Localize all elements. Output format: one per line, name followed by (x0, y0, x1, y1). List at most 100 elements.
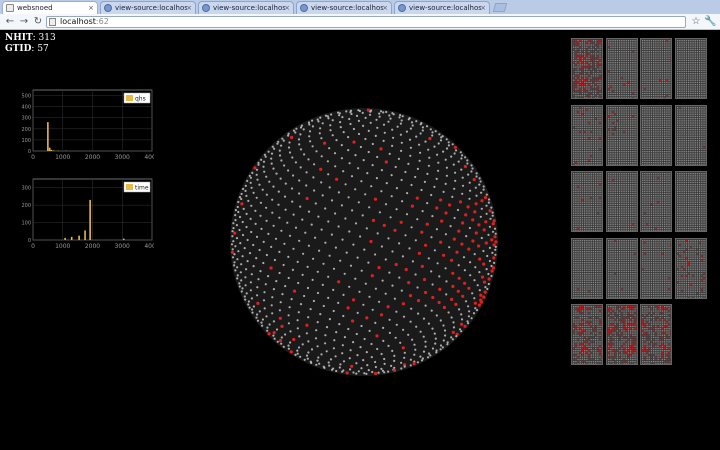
pmt-dot (400, 361, 403, 364)
crate-panel[interactable] (571, 304, 603, 365)
crate-panel[interactable] (674, 104, 707, 166)
pmt-dot (315, 150, 318, 153)
pmt-dot (356, 311, 359, 314)
pmt-dot (337, 225, 340, 228)
crate-panel[interactable] (571, 237, 603, 299)
pmt-dot (250, 186, 253, 189)
pmt-dot (352, 371, 355, 374)
tab-websnoed[interactable]: websnoed × (2, 1, 98, 14)
x-tick-label: 1000 (55, 243, 70, 250)
pmt-dot (255, 235, 259, 238)
close-icon[interactable]: × (480, 3, 486, 13)
pmt-dot (437, 300, 441, 305)
pmt-dot (471, 218, 475, 222)
reload-icon[interactable]: ↻ (32, 16, 44, 28)
crate-panel[interactable] (605, 38, 638, 99)
tab-view-source-2[interactable]: view-source:localhost: × (198, 1, 294, 14)
star-icon[interactable]: ☆ (690, 16, 702, 28)
crate-panel[interactable] (605, 171, 638, 232)
crate-panel[interactable] (674, 237, 707, 299)
pmt-dot (471, 167, 474, 170)
close-icon[interactable]: × (88, 3, 94, 13)
crate-panel[interactable] (605, 237, 638, 299)
pmt-dot (345, 251, 348, 254)
crate-panel[interactable] (571, 38, 603, 99)
pmt-dot (395, 187, 398, 190)
pmt-dot (462, 256, 466, 259)
pmt-dot (382, 123, 386, 126)
pmt-dot (482, 262, 486, 266)
pmt-dot (364, 137, 367, 141)
pmt-dot (494, 248, 497, 251)
pmt-dot (373, 197, 378, 201)
crate-channel-grid (607, 173, 637, 231)
crate-panel[interactable] (605, 104, 638, 166)
pmt-dot (245, 212, 248, 215)
crate-panel[interactable] (640, 304, 672, 365)
crate-panel[interactable] (674, 38, 707, 99)
pmt-dot (357, 370, 360, 373)
pmt-dot (482, 295, 486, 299)
forward-icon[interactable]: → (18, 16, 30, 28)
crate-panel[interactable] (674, 171, 707, 232)
pmt-dot (415, 120, 418, 123)
pmt-dot (479, 293, 483, 297)
crate-panel[interactable] (605, 304, 638, 365)
tab-view-source-4[interactable]: view-source:localhost: × (394, 1, 490, 14)
pmt-dot (391, 250, 394, 253)
pmt-dot (404, 267, 408, 272)
close-icon[interactable]: × (186, 3, 192, 13)
wrench-icon[interactable]: 🔧 (704, 16, 716, 28)
pmt-dot (342, 314, 345, 318)
pmt-dot (411, 124, 414, 127)
pmt-dot (349, 264, 353, 267)
pmt-dot (445, 293, 448, 296)
close-icon[interactable]: × (284, 3, 290, 13)
tab-view-source-1[interactable]: view-source:localhost: × (100, 1, 196, 14)
pmt-dot (341, 116, 344, 119)
pmt-dot (463, 164, 467, 169)
pmt-dot (428, 136, 432, 141)
pmt-dot (493, 227, 497, 230)
pmt-dot (413, 353, 416, 356)
pmt-dot (416, 167, 419, 170)
crate-panel[interactable] (571, 171, 603, 232)
pmt-dot (398, 116, 401, 119)
pmt-dot (340, 157, 343, 160)
pmt-dot (469, 274, 472, 277)
crate-panel[interactable] (640, 38, 672, 99)
pmt-dot (486, 254, 489, 258)
pmt-dot (247, 303, 250, 306)
pmt-dot (475, 309, 479, 312)
pmt-dot (311, 125, 314, 128)
close-icon[interactable]: × (382, 3, 388, 13)
pmt-dot (278, 149, 281, 152)
pmt-dot (330, 199, 334, 202)
gtid-value: 57 (37, 44, 49, 54)
crate-panel[interactable] (640, 104, 672, 166)
back-icon[interactable]: ← (4, 16, 16, 28)
crate-panel[interactable] (640, 171, 672, 232)
pmt-dot (371, 370, 374, 374)
pmt-dot (400, 289, 403, 292)
pmt-dot (263, 153, 266, 156)
pmt-dot (464, 300, 468, 303)
pmt-dot (455, 250, 459, 254)
new-tab-button[interactable] (492, 3, 508, 12)
crate-panel[interactable] (640, 237, 672, 299)
pmt-dot (355, 362, 358, 365)
pmt-dot (416, 299, 421, 303)
pmt-dot (257, 163, 260, 166)
pmt-dot (320, 137, 323, 140)
crate-panel[interactable] (571, 104, 603, 166)
pmt-dot (305, 323, 309, 327)
pmt-dot (360, 180, 363, 183)
pmt-dot (448, 203, 452, 207)
detector-sphere[interactable] (226, 104, 502, 380)
pmt-dot (433, 185, 436, 188)
pmt-dot (451, 330, 455, 334)
tab-view-source-3[interactable]: view-source:localhost: × (296, 1, 392, 14)
address-bar[interactable]: localhost:62 (46, 16, 686, 28)
y-tick-label: 100 (21, 221, 31, 227)
pmt-dot (391, 128, 394, 131)
